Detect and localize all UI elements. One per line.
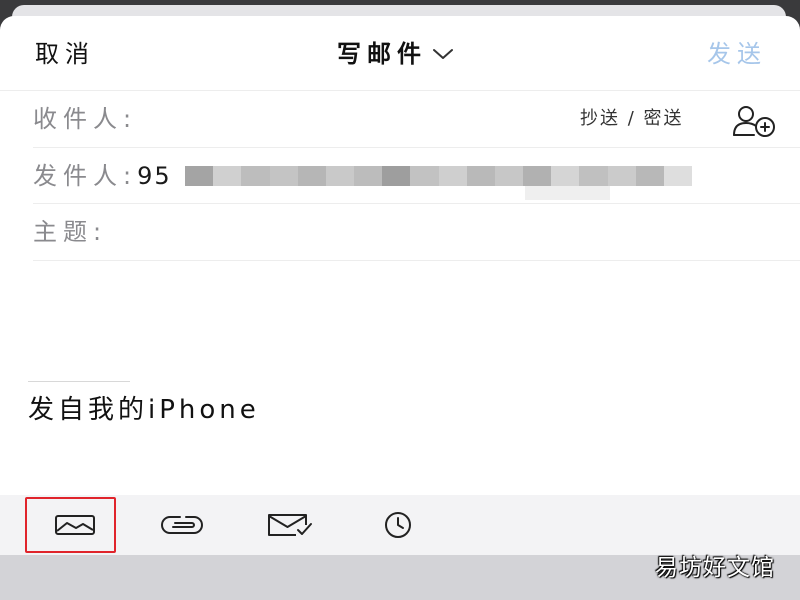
send-button[interactable]: 发送 [707,39,767,69]
link-icon[interactable] [158,514,206,536]
from-field-value: 95 [137,162,172,190]
image-icon[interactable] [54,513,96,537]
from-field[interactable]: 发件人: 95 [33,161,172,191]
cancel-button[interactable]: 取消 [35,39,95,69]
clock-icon[interactable] [377,511,419,539]
page-title: 写邮件 [337,40,427,68]
mail-check-icon[interactable] [266,512,314,538]
from-divider [33,203,800,204]
add-contact-icon[interactable] [731,104,777,138]
redacted-email-mosaic-lower [525,186,610,200]
email-signature[interactable]: 发自我的iPhone [28,394,260,426]
cc-bcc-button[interactable]: 抄送 / 密送 [580,107,684,131]
to-divider [33,147,800,148]
to-field-label[interactable]: 收件人: [33,104,137,134]
subject-field-label[interactable]: 主题: [33,217,107,247]
from-field-label: 发件人: [33,162,138,190]
header-divider [0,90,800,91]
watermark: 易坊好文馆 [655,555,775,581]
signature-separator [28,381,130,382]
chevron-down-icon [433,49,453,59]
compose-title-dropdown[interactable]: 写邮件 [337,39,453,69]
subject-divider [33,260,800,261]
redacted-email-mosaic [185,166,693,186]
